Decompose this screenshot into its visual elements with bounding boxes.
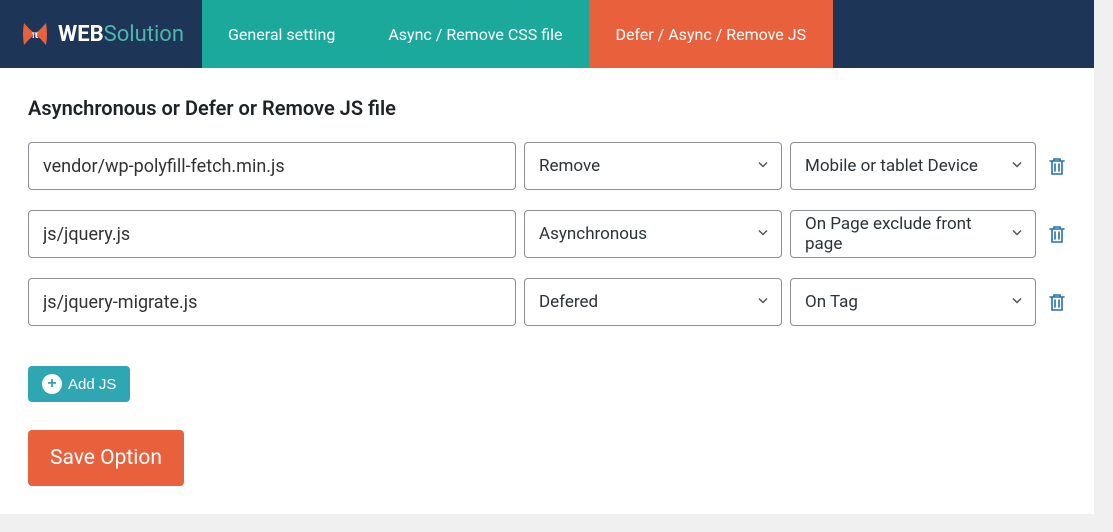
condition-select[interactable]: On Page exclude front page (790, 210, 1036, 258)
tab-label: Defer / Async / Remove JS (615, 25, 806, 44)
save-button-label: Save Option (50, 446, 162, 470)
trash-icon[interactable] (1048, 224, 1066, 244)
js-rule-row: Remove Mobile or tablet Device (28, 142, 1066, 190)
logo: π WEBSolution (0, 0, 202, 68)
file-path-input[interactable] (28, 210, 516, 258)
condition-value: On Page exclude front page (805, 214, 997, 254)
condition-value: On Tag (805, 292, 858, 312)
mode-select-wrap: Asynchronous (524, 210, 782, 258)
trash-icon[interactable] (1048, 156, 1066, 176)
condition-select[interactable]: On Tag (790, 278, 1036, 326)
condition-value: Mobile or tablet Device (805, 156, 978, 176)
add-js-button[interactable]: + Add JS (28, 366, 130, 402)
tab-defer-async-remove-js[interactable]: Defer / Async / Remove JS (589, 0, 833, 68)
plus-circle-icon: + (42, 374, 62, 394)
logo-icon: π (18, 17, 52, 51)
tab-async-remove-css[interactable]: Async / Remove CSS file (362, 0, 589, 68)
tabs: General setting Async / Remove CSS file … (202, 0, 833, 68)
page-title: Asynchronous or Defer or Remove JS file (28, 96, 1066, 120)
mode-select-wrap: Remove (524, 142, 782, 190)
add-button-label: Add JS (68, 376, 116, 393)
logo-text: WEBSolution (58, 22, 184, 47)
tab-label: General setting (228, 25, 335, 44)
condition-select-wrap: Mobile or tablet Device (790, 142, 1036, 190)
file-path-input[interactable] (28, 278, 516, 326)
mode-select-wrap: Defered (524, 278, 782, 326)
mode-select[interactable]: Remove (524, 142, 782, 190)
condition-select[interactable]: Mobile or tablet Device (790, 142, 1036, 190)
trash-icon[interactable] (1048, 292, 1066, 312)
mode-select[interactable]: Defered (524, 278, 782, 326)
mode-value: Asynchronous (539, 224, 647, 244)
content-area: Asynchronous or Defer or Remove JS file … (0, 68, 1094, 514)
save-option-button[interactable]: Save Option (28, 430, 184, 486)
condition-select-wrap: On Page exclude front page (790, 210, 1036, 258)
tab-general-setting[interactable]: General setting (202, 0, 362, 68)
svg-text:π: π (32, 27, 39, 41)
header-bar: π WEBSolution General setting Async / Re… (0, 0, 1094, 68)
mode-select[interactable]: Asynchronous (524, 210, 782, 258)
mode-value: Defered (539, 292, 598, 312)
mode-value: Remove (539, 156, 600, 176)
file-path-input[interactable] (28, 142, 516, 190)
js-rule-row: Asynchronous On Page exclude front page (28, 210, 1066, 258)
tab-label: Async / Remove CSS file (388, 25, 562, 44)
condition-select-wrap: On Tag (790, 278, 1036, 326)
js-rule-row: Defered On Tag (28, 278, 1066, 326)
